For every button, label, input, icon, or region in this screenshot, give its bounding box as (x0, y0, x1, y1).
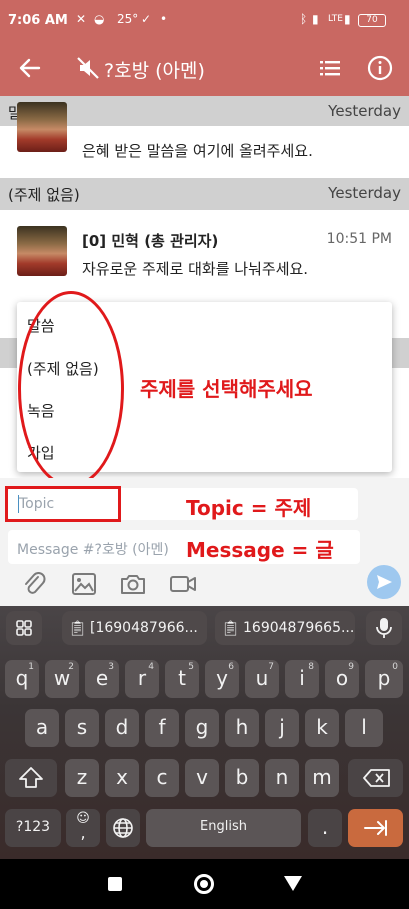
annotation-ellipse (18, 291, 124, 487)
message-item[interactable]: [0] 민혁 (총 관리자) 10:51 PM 자유로운 주제로 대화를 나눠주… (0, 210, 409, 300)
system-nav-bar (0, 859, 409, 909)
comma-glyph: , (80, 823, 86, 842)
key-p[interactable]: p0 (365, 660, 403, 698)
more-status-icon: • (160, 12, 168, 26)
app-bar: ?호방 (아멘) (0, 40, 409, 96)
network-type-text: LTE (328, 14, 343, 24)
key-x[interactable]: x (105, 759, 139, 797)
message-text: 은혜 받은 말씀을 여기에 올려주세요. (82, 142, 313, 160)
symbols-key[interactable]: ?123 (5, 809, 61, 847)
clipboard-suggestion[interactable]: 📋︎ 16904879665... (215, 611, 355, 645)
avatar[interactable] (17, 226, 67, 276)
back-triangle-icon[interactable] (284, 876, 302, 892)
section-date: Yesterday (328, 184, 401, 202)
list-icon[interactable] (314, 52, 346, 84)
key-s[interactable]: s (65, 709, 99, 747)
bluetooth-icon: ᛒ (300, 12, 308, 26)
space-key[interactable]: English (146, 809, 301, 847)
key-j[interactable]: j (265, 709, 299, 747)
annotation-message-eq: Message = 글 (186, 538, 334, 562)
avatar[interactable] (17, 102, 67, 152)
shift-key[interactable] (5, 759, 57, 797)
back-arrow-icon[interactable] (14, 52, 46, 84)
key-m[interactable]: m (305, 759, 339, 797)
status-time: 7:06 AM (8, 13, 68, 28)
key-a[interactable]: a (25, 709, 59, 747)
battery-icon: 70 (358, 14, 386, 27)
section-label: (주제 없음) (8, 186, 80, 204)
message-time: 10:51 PM (326, 231, 392, 247)
language-key[interactable] (106, 809, 140, 847)
enter-key[interactable] (348, 809, 403, 847)
message-placeholder: Message #?호방 (아멘) (17, 542, 169, 558)
signal-bars-icon: ▮ (344, 12, 351, 26)
key-l[interactable]: l (345, 709, 383, 747)
voice-input-button[interactable] (366, 611, 402, 645)
key-f[interactable]: f (145, 709, 179, 747)
key-w[interactable]: w2 (45, 660, 79, 698)
clipboard-text: [1690487966... (90, 620, 198, 636)
page-title: ?호방 (아멘) (104, 60, 205, 82)
key-r[interactable]: r4 (125, 660, 159, 698)
home-icon[interactable] (194, 874, 214, 894)
enter-arrow-icon (364, 820, 387, 836)
key-c[interactable]: c (145, 759, 179, 797)
info-icon[interactable] (364, 52, 396, 84)
key-y[interactable]: y6 (205, 660, 239, 698)
chat-notification-icon: ◒ (94, 12, 105, 26)
clipboard-text: 16904879665... (243, 620, 355, 636)
emoji-key[interactable]: ☺ , (66, 809, 100, 847)
send-icon (377, 575, 392, 589)
key-b[interactable]: b (225, 759, 259, 797)
clipboard-icon: 📋︎ (221, 619, 241, 637)
backspace-icon (363, 769, 390, 787)
section-header[interactable]: (주제 없음) Yesterday (0, 178, 409, 210)
shift-arrow-icon (19, 767, 43, 788)
message-item[interactable]: 은혜 받은 말씀을 여기에 올려주세요. (0, 102, 409, 178)
key-o[interactable]: o9 (325, 660, 359, 698)
signal-icon: ▮ (312, 12, 319, 26)
backspace-key[interactable] (348, 759, 403, 797)
key-d[interactable]: d (105, 709, 139, 747)
muted-speaker-icon (72, 52, 104, 84)
key-q[interactable]: q1 (5, 660, 39, 698)
key-u[interactable]: u7 (245, 660, 279, 698)
message-text: 자유로운 주제로 대화를 나눠주세요. (82, 260, 309, 278)
mute-status-icon: ✕ (76, 12, 87, 26)
status-bar: 7:06 AM ✕ ◒ 25° ✓ • ᛒ ▮ LTE ▮ 70 (0, 0, 409, 40)
image-icon[interactable] (69, 570, 99, 598)
attach-icon[interactable] (20, 570, 50, 598)
grid-icon (16, 620, 32, 636)
key-i[interactable]: i8 (285, 660, 319, 698)
key-g[interactable]: g (185, 709, 219, 747)
home-dot (200, 880, 208, 888)
send-button[interactable] (367, 565, 401, 599)
temperature-text: 25° (117, 12, 139, 26)
key-t[interactable]: t5 (165, 660, 199, 698)
key-n[interactable]: n (265, 759, 299, 797)
message-author: [0] 민혁 (총 관리자) (82, 232, 219, 250)
clipboard-suggestion[interactable]: 📋︎ [1690487966... (62, 611, 207, 645)
key-v[interactable]: v (185, 759, 219, 797)
annotation-topic-eq: Topic = 주제 (186, 496, 312, 520)
annotation-select-topic: 주제를 선택해주세요 (140, 377, 313, 401)
key-e[interactable]: e3 (85, 660, 119, 698)
check-status-icon: ✓ (141, 12, 152, 26)
recents-icon[interactable] (108, 877, 122, 891)
key-k[interactable]: k (305, 709, 339, 747)
clipboard-icon: 📋︎ (68, 619, 88, 637)
annotation-topic-box (5, 486, 121, 522)
period-key[interactable]: . (308, 809, 342, 847)
section-date: Yesterday (328, 102, 401, 120)
globe-icon (113, 818, 133, 838)
camera-icon[interactable] (118, 570, 148, 598)
keyboard-menu-button[interactable] (6, 611, 42, 645)
key-h[interactable]: h (225, 709, 259, 747)
battery-level-text: 70 (366, 15, 378, 25)
key-z[interactable]: z (65, 759, 99, 797)
microphone-icon (376, 618, 392, 638)
video-icon[interactable] (168, 570, 198, 598)
